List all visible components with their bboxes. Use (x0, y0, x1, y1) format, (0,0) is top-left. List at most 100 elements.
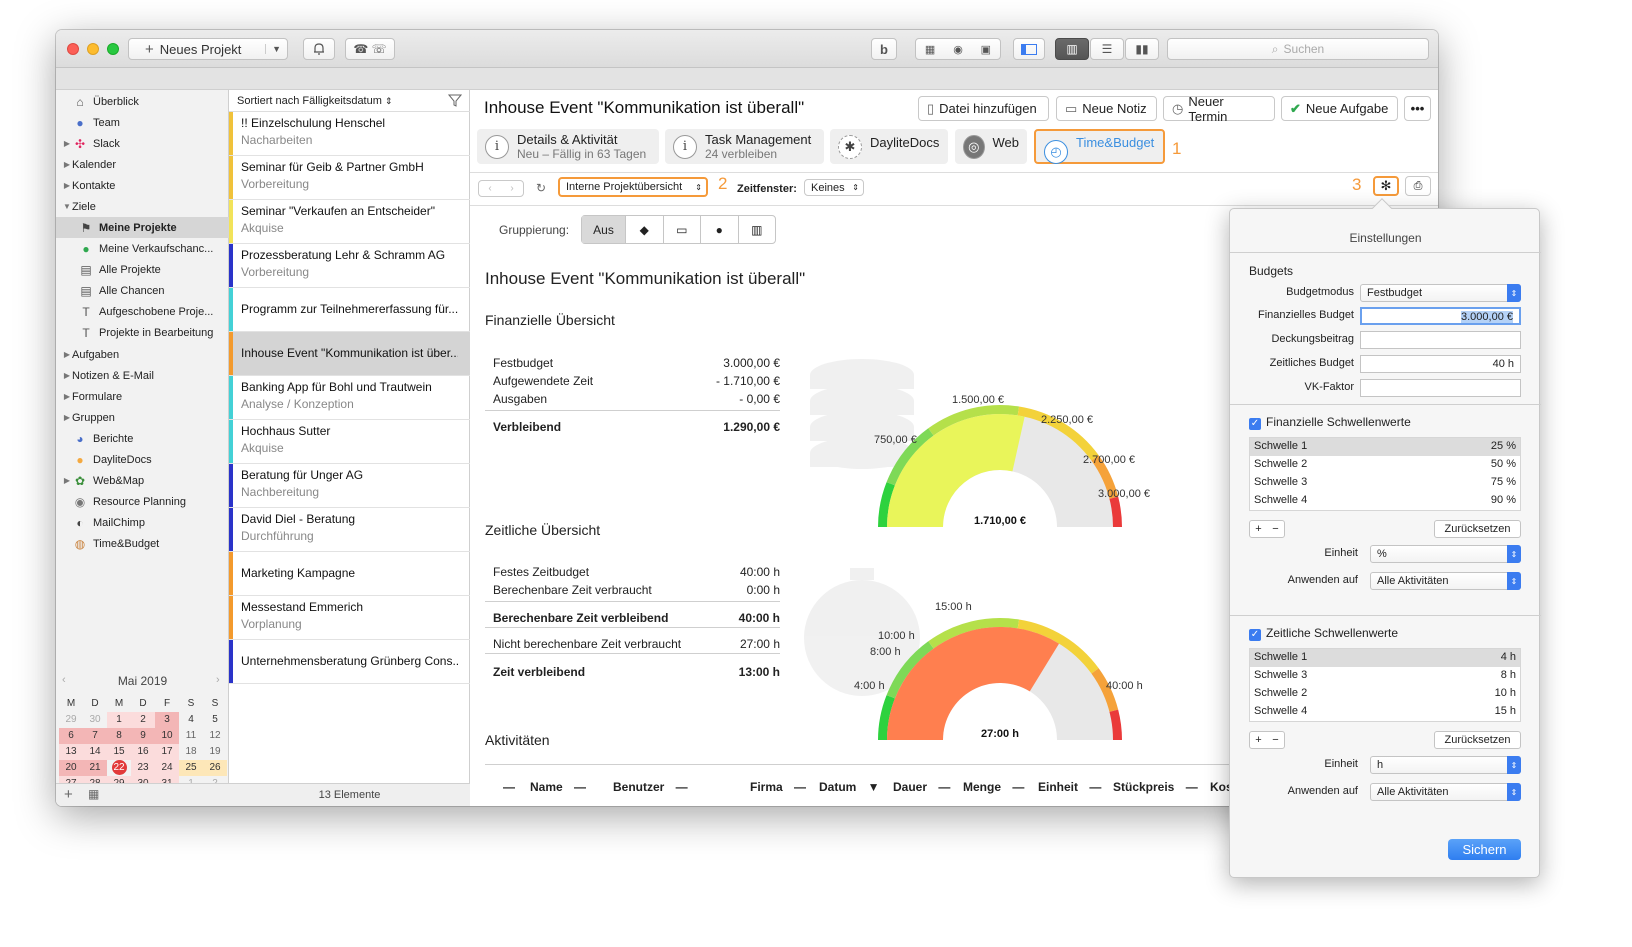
list-item[interactable]: Marketing Kampagne (229, 552, 470, 596)
nav-arrows[interactable]: ‹ › (478, 180, 524, 197)
column-header[interactable]: Dauer — (893, 780, 950, 794)
sidebar-toggle-button[interactable] (1013, 38, 1045, 60)
reset-button[interactable]: Zurücksetzen (1434, 520, 1521, 538)
column-header[interactable]: Datum ▼ (819, 780, 880, 794)
column-header[interactable]: Stückpreis — (1113, 780, 1198, 794)
calendar-today[interactable]: 22 (107, 760, 131, 776)
daylite-button[interactable]: b (871, 38, 897, 60)
threshold-row[interactable]: Schwelle 4 90 % (1250, 492, 1520, 510)
sidebar-item[interactable]: ⌂ Überblick (56, 91, 229, 112)
calendar-day[interactable]: 4 (179, 712, 203, 728)
minus-icon[interactable]: − (1272, 523, 1278, 535)
calendar-day[interactable]: 10 (155, 728, 179, 744)
forward-icon[interactable]: › (510, 183, 513, 194)
sidebar-item[interactable]: T Projekte in Bearbeitung (56, 322, 229, 343)
filter-icon[interactable] (448, 94, 462, 107)
list-item[interactable]: Banking App für Bohl und Trautwein Analys… (229, 376, 470, 420)
settings-button[interactable]: ✻ (1373, 176, 1399, 196)
threshold-row[interactable]: Schwelle 3 75 % (1250, 474, 1520, 492)
tab-task-management[interactable]: i Task Management 24 verbleiben (665, 129, 824, 164)
sidebar-item[interactable]: ▤ Alle Chancen (56, 280, 229, 301)
group-by-company-button[interactable]: ▥ (739, 216, 776, 243)
calendar-day[interactable]: 2 (131, 712, 155, 728)
close-window-button[interactable] (67, 43, 79, 55)
column-header[interactable]: Einheit — (1038, 780, 1101, 794)
calendar-day[interactable]: 11 (179, 728, 203, 744)
calendar-day[interactable]: 20 (59, 760, 83, 776)
calendar-day[interactable]: 23 (131, 760, 155, 776)
report-select[interactable]: Interne Projektübersicht ⇕ (558, 177, 708, 197)
tab-details[interactable]: i Details & Aktivität Neu – Fällig in 63 … (477, 129, 659, 164)
apply-to-select[interactable]: Alle Aktivitäten ⇕ (1370, 572, 1521, 590)
next-month-icon[interactable]: › (216, 674, 220, 686)
sidebar-item[interactable]: ● DayliteDocs (56, 449, 229, 470)
calendar-day[interactable]: 26 (203, 760, 227, 776)
zoom-window-button[interactable] (107, 43, 119, 55)
disclosure-closed-icon[interactable]: ▶ (62, 139, 72, 148)
sidebar-item[interactable]: ● Team (56, 112, 229, 133)
calendar-day[interactable]: 14 (83, 744, 107, 760)
zeitfenster-select[interactable]: Keines ⇕ (804, 179, 864, 196)
calendar-day[interactable]: 12 (203, 728, 227, 744)
threshold-row[interactable]: Schwelle 1 25 % (1250, 438, 1520, 456)
sort-header[interactable]: Sortiert nach Fälligkeitsdatum ⇕ (229, 90, 470, 112)
list-item[interactable]: !! Einzelschulung Henschel Nacharbeiten (229, 112, 470, 156)
list-view-button[interactable]: ☰ (1090, 38, 1124, 60)
sidebar-item[interactable]: ◕ Berichte (56, 428, 229, 449)
sidebar-item[interactable]: ▶ Notizen & E-Mail (56, 365, 229, 386)
add-remove-buttons[interactable]: + − (1249, 731, 1285, 749)
sidebar-item[interactable]: ▶ Kontakte (56, 175, 229, 196)
column-header[interactable]: Firma — (750, 780, 806, 794)
calendar-day[interactable]: 25 (179, 760, 203, 776)
calendar-day[interactable]: 21 (83, 760, 107, 776)
budget-mode-select[interactable]: Festbudget ⇕ (1360, 284, 1521, 302)
list-item[interactable]: David Diel - Beratung Durchführung (229, 508, 470, 552)
sidebar-item[interactable]: ▤ Alle Projekte (56, 259, 229, 280)
group-by-tag-button[interactable]: ◆ (626, 216, 664, 243)
column-header[interactable]: Name — (530, 780, 586, 794)
sidebar-item[interactable]: ● Meine Verkaufschanc... (56, 238, 229, 259)
calendar-day[interactable]: 13 (59, 744, 83, 760)
disclosure-closed-icon[interactable]: ▶ (62, 476, 72, 485)
plus-icon[interactable]: + (1255, 523, 1261, 535)
calendar-day[interactable]: 30 (83, 712, 107, 728)
threshold-row[interactable]: Schwelle 2 10 h (1250, 685, 1520, 703)
calendar-icon[interactable]: ▦ (925, 43, 935, 56)
list-item[interactable]: Seminar für Geib & Partner GmbH Vorbereit… (229, 156, 470, 200)
list-item[interactable]: Beratung für Unger AG Nachbereitung (229, 464, 470, 508)
calendar-day[interactable]: 7 (83, 728, 107, 744)
calendar-day[interactable]: 9 (131, 728, 155, 744)
financial-thresholds-checkbox[interactable]: ✓ Finanzielle Schwellenwerte (1249, 415, 1411, 430)
sidebar-item[interactable]: ▶ ✿ Web&Map (56, 470, 229, 491)
list-item[interactable]: Programm zur Teilnehmererfassung für... (229, 288, 470, 332)
sidebar-item[interactable]: ▶ Kalender (56, 154, 229, 175)
new-appointment-button[interactable]: ◷ Neuer Termin (1163, 94, 1275, 124)
disclosure-closed-icon[interactable]: ▶ (62, 392, 72, 401)
tab-time-budget[interactable]: ◴ Time&Budget (1034, 129, 1165, 164)
split-view-button[interactable]: ▥ (1055, 38, 1089, 60)
reset-button[interactable]: Zurücksetzen (1434, 731, 1521, 749)
sidebar-item[interactable]: ▼ Ziele (56, 196, 229, 217)
tab-web[interactable]: ◎ Web (955, 129, 1027, 164)
add-remove-buttons[interactable]: + − (1249, 520, 1285, 538)
calendar-day[interactable]: 15 (107, 744, 131, 760)
calendar-day[interactable]: 6 (59, 728, 83, 744)
group-by-user-button[interactable]: ● (701, 216, 739, 243)
sidebar-item[interactable]: ◍ Time&Budget (56, 533, 229, 554)
group-by-type-button[interactable]: ▭ (664, 216, 701, 243)
sidebar-item[interactable]: ▶ Formulare (56, 386, 229, 407)
margin-field[interactable] (1360, 331, 1521, 349)
view-tools-group[interactable]: ▦ ◉ ▣ (915, 38, 1001, 60)
disclosure-open-icon[interactable]: ▼ (62, 202, 72, 211)
new-project-button[interactable]: + Neues Projekt ▼ (128, 38, 288, 60)
refresh-icon[interactable]: ↻ (536, 181, 546, 195)
new-note-button[interactable]: ▭ Neue Notiz (1056, 96, 1157, 121)
list-item[interactable]: Unternehmensberatung Grünberg Cons... (229, 640, 470, 684)
threshold-row[interactable]: Schwelle 4 15 h (1250, 703, 1520, 721)
add-icon[interactable]: + (64, 786, 73, 803)
grid-icon[interactable]: ▦ (88, 787, 99, 801)
call-button[interactable]: ☎ ☏ (345, 38, 395, 60)
threshold-row[interactable]: Schwelle 2 50 % (1250, 456, 1520, 474)
financial-budget-field[interactable]: 3.000,00 € (1360, 307, 1521, 325)
calendar-day[interactable]: 5 (203, 712, 227, 728)
